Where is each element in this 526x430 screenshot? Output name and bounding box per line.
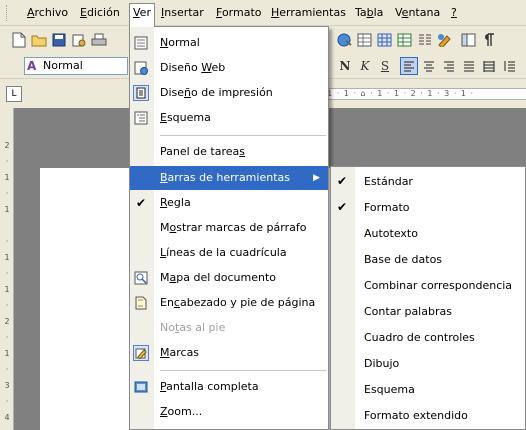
menu-archivo[interactable]: Archivo bbox=[24, 4, 71, 22]
submenu-item-combinar-correspondencia[interactable]: Combinar correspondencia bbox=[331, 273, 525, 298]
menu-herramientas[interactable]: Herramientas bbox=[268, 4, 349, 22]
submenu-item-formato-extendido[interactable]: Formato extendido bbox=[331, 403, 525, 428]
menu-item-normal[interactable]: Normal bbox=[130, 31, 328, 55]
menu-edicion[interactable]: Edición bbox=[77, 4, 123, 22]
columns-icon[interactable] bbox=[416, 31, 434, 49]
open-folder-icon[interactable] bbox=[30, 31, 48, 49]
submenu-item-cuadro-controles[interactable]: Cuadro de controles bbox=[331, 325, 525, 350]
align-left-icon[interactable] bbox=[400, 57, 418, 75]
menu-item-mostrar-marcas[interactable]: Mostrar marcas de párrafo bbox=[130, 216, 328, 240]
tables-borders-icon[interactable] bbox=[356, 31, 374, 49]
outline-view-icon bbox=[133, 110, 149, 126]
menu-item-regla[interactable]: ✔ Regla bbox=[130, 191, 328, 215]
document-map-toolbar-icon[interactable] bbox=[460, 31, 478, 49]
italic-button[interactable]: K bbox=[356, 57, 374, 75]
menu-item-marcas[interactable]: Marcas bbox=[130, 341, 328, 365]
menu-formato[interactable]: Formato bbox=[213, 4, 265, 22]
show-hide-icon[interactable] bbox=[480, 31, 498, 49]
align-right-icon[interactable] bbox=[440, 57, 458, 75]
header-footer-icon bbox=[133, 295, 149, 311]
checkmark-icon: ✔ bbox=[336, 173, 348, 188]
ver-menu: Normal Diseño Web Diseño de impresión Es… bbox=[129, 26, 329, 430]
vertical-ruler-scale: 2 · 1 · 1 · 1 · 1 · 2 · 1 · 3 · 4 bbox=[4, 141, 10, 422]
tab-selector[interactable]: L bbox=[6, 86, 22, 102]
menu-item-esquema[interactable]: Esquema bbox=[130, 106, 328, 130]
menu-separator bbox=[160, 370, 326, 371]
menu-item-zoom[interactable]: Zoom... bbox=[130, 400, 328, 424]
save-icon[interactable] bbox=[50, 31, 68, 49]
menu-item-diseno-impresion[interactable]: Diseño de impresión bbox=[130, 81, 328, 105]
submenu-item-esquema[interactable]: Esquema bbox=[331, 377, 525, 402]
menu-ver[interactable]: Ver bbox=[129, 3, 155, 27]
menu-ayuda[interactable]: ? bbox=[448, 4, 460, 22]
menu-bar-grip[interactable] bbox=[6, 5, 9, 21]
menu-item-mapa-documento[interactable]: Mapa del documento bbox=[130, 266, 328, 290]
markup-icon bbox=[133, 345, 149, 361]
menu-insertar[interactable]: Insertar bbox=[158, 4, 207, 22]
menu-bar: Archivo Edición Ver Insertar Formato Her… bbox=[0, 0, 526, 27]
permission-icon[interactable] bbox=[70, 31, 88, 49]
full-screen-icon bbox=[133, 379, 149, 395]
normal-view-icon bbox=[133, 35, 149, 51]
ruler-scale[interactable]: · 1 · 1 · ⌂ · 1 · 1 · 2 · 1 · 3 · 1 · bbox=[316, 88, 526, 100]
justify-icon[interactable] bbox=[460, 57, 478, 75]
style-value: Normal bbox=[43, 59, 83, 72]
insert-table-icon[interactable] bbox=[376, 31, 394, 49]
menu-ventana[interactable]: Ventana bbox=[392, 4, 443, 22]
menu-item-diseno-web[interactable]: Diseño Web bbox=[130, 56, 328, 80]
menu-tabla[interactable]: Tabla bbox=[352, 4, 386, 22]
submenu-arrow-icon: ▶ bbox=[313, 173, 320, 183]
menu-item-encabezado-pie[interactable]: Encabezado y pie de página bbox=[130, 291, 328, 315]
submenu-item-contar-palabras[interactable]: Contar palabras bbox=[331, 299, 525, 324]
print-layout-icon bbox=[133, 85, 149, 101]
print-icon[interactable] bbox=[90, 31, 108, 49]
distributed-icon[interactable] bbox=[480, 57, 498, 75]
submenu-item-formato[interactable]: ✔ Formato bbox=[331, 195, 525, 220]
style-dropdown[interactable]: A Normal bbox=[24, 57, 128, 75]
menu-item-notas-pie: Notas al pie bbox=[160, 321, 226, 334]
drawing-icon[interactable] bbox=[436, 31, 454, 49]
insert-excel-icon[interactable] bbox=[396, 31, 414, 49]
menu-item-barras-herramientas[interactable]: Barras de herramientas ▶ bbox=[130, 166, 328, 190]
vertical-ruler: 2 · 1 · 1 · 1 · 1 · 2 · 1 · 3 · 4 bbox=[0, 108, 14, 430]
checkmark-icon: ✔ bbox=[135, 196, 147, 210]
submenu-item-base-datos[interactable]: Base de datos bbox=[331, 247, 525, 272]
menu-separator bbox=[160, 135, 326, 136]
toolbars-submenu: ✔ Estándar ✔ Formato Autotexto Base de d… bbox=[330, 166, 526, 430]
web-layout-icon bbox=[133, 60, 149, 76]
align-center-icon[interactable] bbox=[420, 57, 438, 75]
document-map-icon bbox=[133, 270, 149, 286]
checkmark-icon: ✔ bbox=[336, 199, 348, 214]
line-spacing-icon[interactable] bbox=[500, 57, 518, 75]
menu-item-pantalla-completa[interactable]: Pantalla completa bbox=[130, 375, 328, 399]
menu-item-lineas-cuadricula[interactable]: Líneas de la cuadrícula bbox=[130, 241, 328, 265]
hyperlink-icon[interactable] bbox=[336, 31, 354, 49]
new-document-icon[interactable] bbox=[10, 31, 28, 49]
submenu-item-estandar[interactable]: ✔ Estándar bbox=[331, 169, 525, 194]
submenu-item-autotexto[interactable]: Autotexto bbox=[331, 221, 525, 246]
bold-button[interactable]: N bbox=[336, 57, 354, 75]
underline-button[interactable]: S bbox=[376, 57, 394, 75]
styles-icon: A bbox=[27, 59, 37, 73]
submenu-item-dibujo[interactable]: Dibujo bbox=[331, 351, 525, 376]
menu-item-panel-tareas[interactable]: Panel de tareas bbox=[130, 140, 328, 164]
